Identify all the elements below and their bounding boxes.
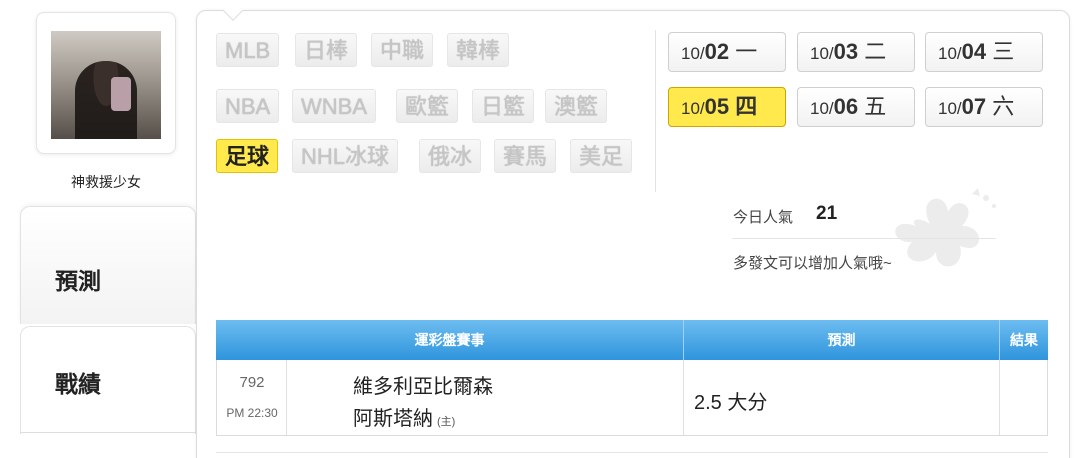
date-button-1007[interactable]: 10/07 六: [925, 87, 1043, 127]
date-button-1003[interactable]: 10/03 二: [797, 32, 915, 72]
team-home[interactable]: 阿斯塔納 (主): [353, 402, 455, 431]
column-header-prediction: 預測: [683, 320, 999, 360]
column-header-event: 運彩盤賽事: [414, 332, 485, 348]
date-month: 10/: [938, 44, 962, 63]
divider: [732, 238, 996, 239]
sport-button-japan-basketball[interactable]: 日籃: [472, 89, 535, 123]
sport-button-cpbl[interactable]: 中職: [371, 33, 434, 67]
sport-button-khl[interactable]: 俄冰: [419, 139, 482, 173]
popularity-label: 今日人氣: [733, 209, 794, 226]
tab-record-label: 戰績: [55, 371, 101, 397]
date-weekday: 六: [992, 94, 1015, 119]
game-number: 792: [239, 374, 265, 391]
teams-cell: 維多利亞比爾森 阿斯塔納 (主): [287, 360, 684, 435]
date-day: 03: [833, 39, 859, 64]
date-button-1002[interactable]: 10/02 一: [668, 32, 786, 72]
date-button-1006[interactable]: 10/06 五: [797, 87, 915, 127]
divider: [655, 30, 656, 192]
popularity-hint: 多發文可以增加人氣哦~: [733, 255, 892, 272]
profile-card[interactable]: [36, 12, 176, 154]
date-day: 02: [704, 39, 730, 64]
table-header: 運彩盤賽事 預測 結果: [216, 320, 1048, 360]
date-month: 10/: [681, 99, 705, 118]
game-time: PM 22:30: [226, 406, 278, 420]
sport-button-mlb[interactable]: MLB: [216, 33, 280, 67]
divider: [20, 432, 196, 433]
date-weekday: 三: [992, 39, 1015, 64]
date-button-1005[interactable]: 10/05 四: [668, 87, 786, 127]
profile-name[interactable]: 神救援少女: [36, 172, 176, 192]
date-weekday: 五: [864, 94, 887, 119]
date-month: 10/: [681, 44, 705, 63]
avatar[interactable]: [51, 31, 161, 139]
home-tag: (主): [437, 416, 456, 428]
flower-decoration-icon: [895, 188, 996, 267]
date-day: 06: [833, 94, 859, 119]
date-month: 10/: [938, 99, 962, 118]
game-number-cell: 792 PM 22:30: [217, 360, 287, 435]
divider: [216, 452, 1048, 453]
tab-forecast-label: 預測: [55, 268, 101, 294]
table-row[interactable]: 792 PM 22:30 維多利亞比爾森 阿斯塔納 (主) 2.5 大分: [216, 360, 1048, 436]
column-header-result: 結果: [999, 320, 1048, 360]
team-away[interactable]: 維多利亞比爾森: [353, 370, 493, 399]
date-day: 05: [704, 94, 730, 119]
sport-button-soccer[interactable]: 足球: [216, 139, 279, 173]
sport-button-horse-racing[interactable]: 賽馬: [494, 139, 557, 173]
date-month: 10/: [810, 99, 834, 118]
sport-button-wnba[interactable]: WNBA: [292, 89, 376, 123]
popularity-value: 21: [816, 203, 838, 224]
prediction-value: 2.5 大分: [694, 392, 768, 414]
sport-button-aus-basketball[interactable]: 澳籃: [545, 89, 608, 123]
team-home-name: 阿斯塔納: [353, 408, 433, 430]
date-button-1004[interactable]: 10/04 三: [925, 32, 1043, 72]
tab-record[interactable]: 戰績: [20, 326, 196, 434]
sport-button-nhl[interactable]: NHL冰球: [292, 139, 399, 173]
date-day: 04: [961, 39, 987, 64]
sidebar: 神救援少女 預測 戰績: [0, 0, 196, 458]
date-weekday: 二: [864, 39, 887, 64]
sport-button-nba[interactable]: NBA: [216, 89, 280, 123]
tab-forecast[interactable]: 預測: [20, 206, 196, 324]
prediction-cell: 2.5 大分: [684, 360, 1000, 435]
sport-button-euro-basketball[interactable]: 歐籃: [396, 89, 459, 123]
sport-button-nfl[interactable]: 美足: [570, 139, 633, 173]
date-weekday: 四: [735, 94, 758, 119]
sport-button-kbo[interactable]: 韓棒: [447, 33, 510, 67]
date-weekday: 一: [735, 39, 758, 64]
date-day: 07: [961, 94, 987, 119]
date-month: 10/: [810, 44, 834, 63]
sport-button-npb[interactable]: 日棒: [295, 33, 358, 67]
